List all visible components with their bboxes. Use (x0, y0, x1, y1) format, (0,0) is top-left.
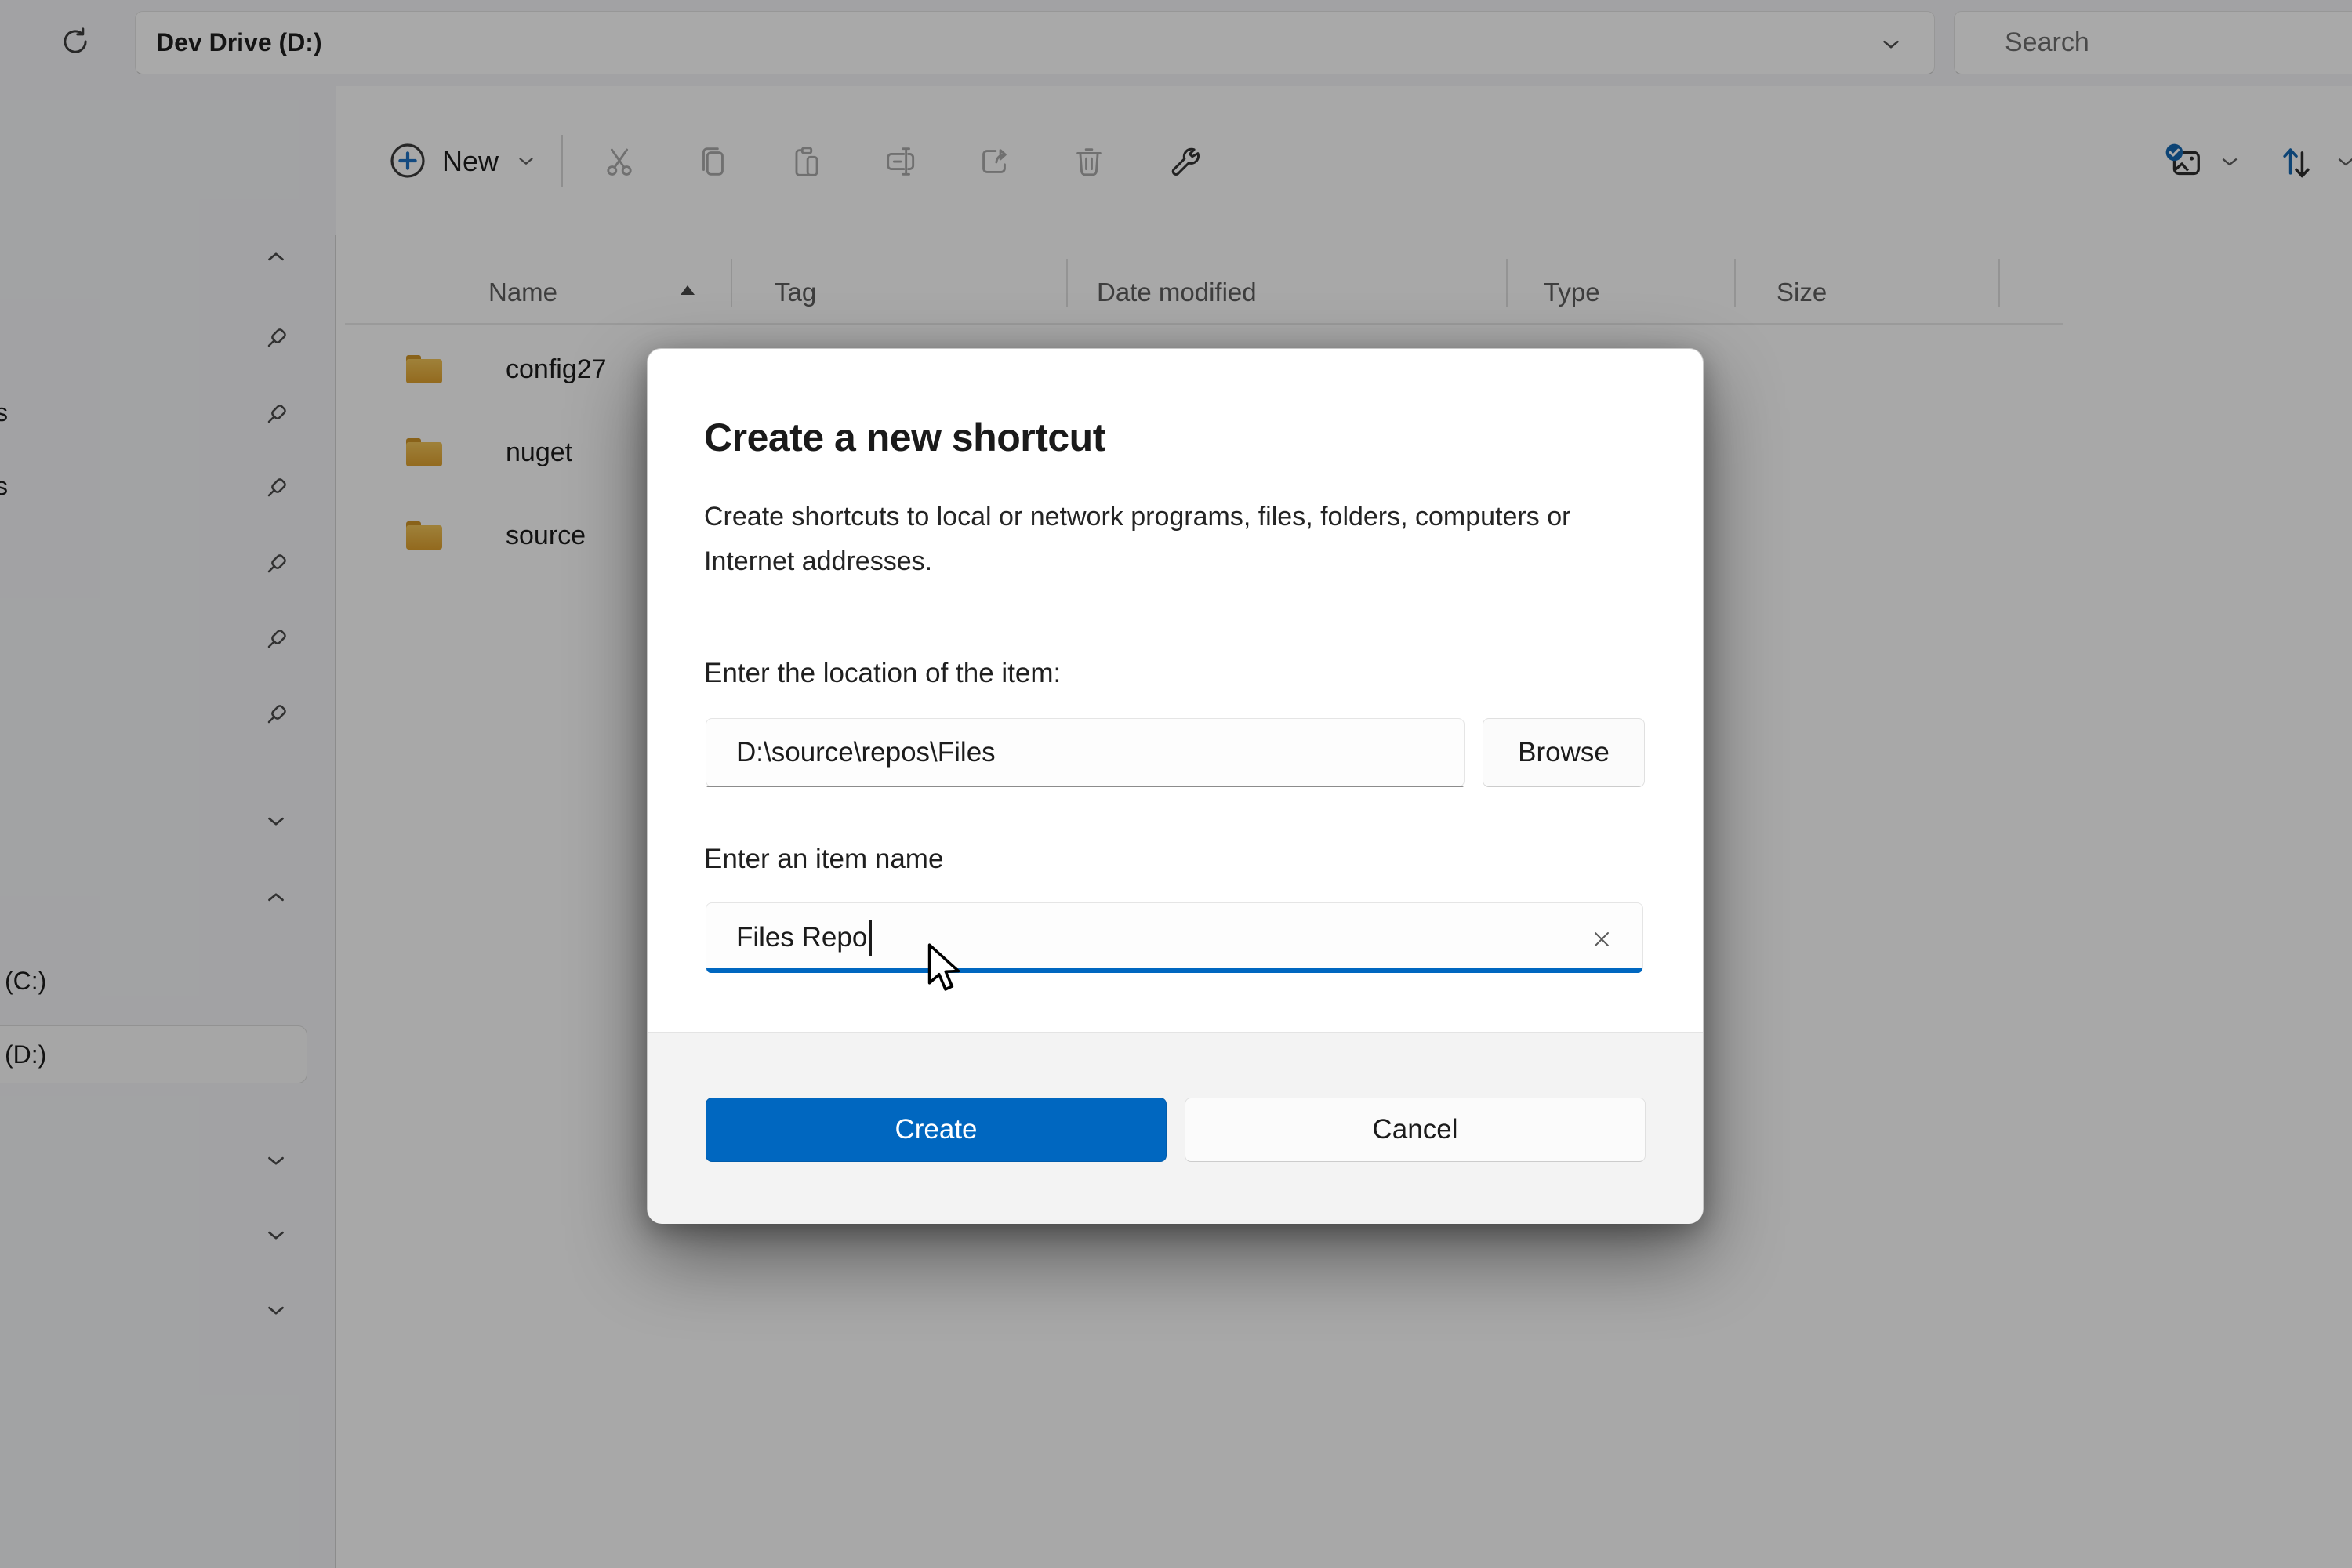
location-value: D:\source\repos\Files (736, 737, 996, 768)
input-underline (706, 786, 1464, 787)
cancel-button[interactable]: Cancel (1185, 1098, 1646, 1162)
clear-text-button[interactable] (1584, 923, 1619, 957)
create-button[interactable]: Create (706, 1098, 1167, 1162)
text-caret (869, 920, 872, 956)
create-shortcut-dialog: Create a new shortcut Create shortcuts t… (647, 348, 1704, 1223)
item-name-label: Enter an item name (704, 844, 943, 875)
files-app-window: { "topbar": { "address": "Dev Drive (D:)… (0, 0, 2352, 1568)
focus-accent-underline (706, 968, 1642, 973)
create-button-label: Create (895, 1114, 977, 1145)
browse-button[interactable]: Browse (1483, 718, 1645, 787)
item-name-value: Files Repo (736, 922, 867, 953)
location-label: Enter the location of the item: (704, 658, 1061, 689)
clear-x-icon (1589, 927, 1614, 954)
item-name-input[interactable]: Files Repo (706, 902, 1643, 973)
dialog-title: Create a new shortcut (704, 415, 1105, 460)
cancel-button-label: Cancel (1373, 1114, 1458, 1145)
location-input[interactable]: D:\source\repos\Files (706, 718, 1465, 787)
mouse-cursor (927, 942, 963, 1000)
dialog-description: Create shortcuts to local or network pro… (704, 495, 1633, 584)
browse-button-label: Browse (1518, 737, 1610, 768)
